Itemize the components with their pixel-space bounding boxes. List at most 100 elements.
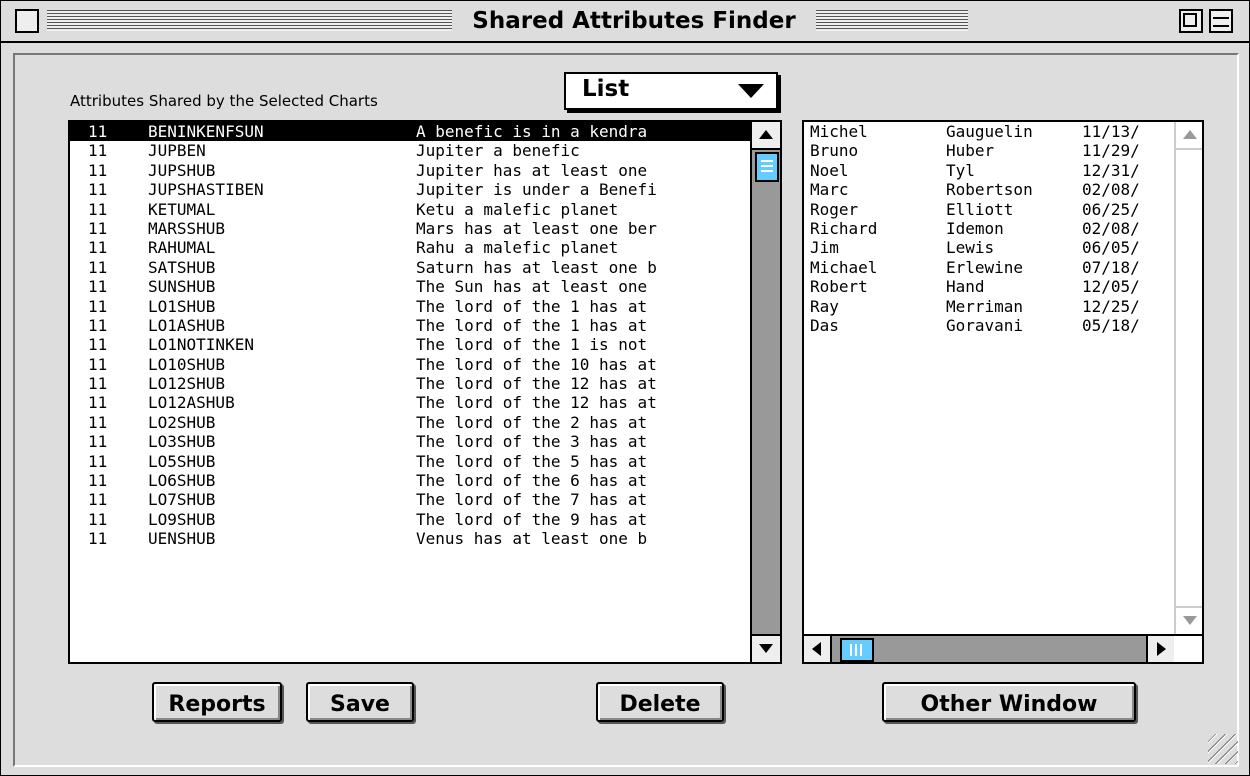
charts-list[interactable]: Michel Gauguelin 11/13/Bruno Huber 11/29/Noe… — [802, 120, 1204, 664]
chart-row[interactable]: Das Goravani 05/18/ — [804, 316, 1174, 335]
attribute-row[interactable]: 11 LO1NOTINKEN The lord of the 1 is not — [70, 335, 750, 354]
attribute-code: SUNSHUB — [148, 277, 216, 297]
charts-horizontal-scrollbar[interactable] — [804, 634, 1174, 662]
scroll-up-arrow-icon — [759, 130, 773, 139]
attribute-row[interactable]: 11 LO12ASHUB The lord of the 12 has at — [70, 393, 750, 412]
attribute-row[interactable]: 11 LO5SHUB The lord of the 5 has at — [70, 452, 750, 471]
attribute-description: The lord of the 12 has at — [416, 374, 657, 394]
attribute-row[interactable]: 11 SUNSHUB The Sun has at least one — [70, 277, 750, 296]
attribute-count: 11 — [88, 335, 108, 355]
scroll-thumb[interactable] — [755, 152, 779, 182]
charts-scroll-down-button[interactable] — [1176, 606, 1202, 634]
scroll-down-button[interactable] — [752, 634, 780, 662]
chart-row[interactable]: Noel Tyl 12/31/ — [804, 161, 1174, 180]
attribute-code: BENINKENFSUN — [148, 122, 264, 141]
attribute-row[interactable]: 11 BENINKENFSUN A benefic is in a kendra — [70, 122, 750, 142]
chart-row[interactable]: Jim Lewis 06/05/ — [804, 238, 1174, 257]
attribute-description: The lord of the 6 has at — [416, 471, 648, 491]
title-stripes-right — [816, 10, 968, 31]
chart-row[interactable]: Michel Gauguelin 11/13/ — [804, 122, 1174, 141]
scroll-right-button[interactable] — [1146, 636, 1174, 662]
attributes-label: Attributes Shared by the Selected Charts — [70, 92, 378, 110]
attributes-list-rows: 11 BENINKENFSUN A benefic is in a kendra 11… — [70, 122, 750, 662]
chart-row[interactable]: Michael Erlewine 07/18/ — [804, 258, 1174, 277]
attribute-row[interactable]: 11 RAHUMAL Rahu a malefic planet — [70, 238, 750, 257]
resize-grip-icon[interactable] — [1208, 734, 1238, 764]
attribute-description: The lord of the 1 has at — [416, 296, 648, 316]
zoom-box-icon[interactable] — [1179, 9, 1203, 33]
delete-button[interactable]: Delete — [596, 682, 724, 722]
attribute-code: SATSHUB — [148, 257, 216, 277]
charts-vertical-scrollbar[interactable] — [1174, 122, 1202, 634]
scroll-up-button[interactable] — [752, 122, 780, 150]
close-box-icon[interactable] — [15, 9, 39, 33]
collapse-box-icon[interactable] — [1209, 9, 1233, 33]
view-popup-value: List — [582, 76, 630, 102]
attribute-row[interactable]: 11 JUPSHUB Jupiter has at least one — [70, 161, 750, 180]
attribute-row[interactable]: 11 LO3SHUB The lord of the 3 has at — [70, 432, 750, 451]
attribute-code: LO3SHUB — [148, 432, 216, 452]
attribute-row[interactable]: 11 MARSSHUB Mars has at least one ber — [70, 219, 750, 238]
birth-date: 12/25/ — [1082, 296, 1140, 316]
attribute-count: 11 — [88, 160, 108, 180]
scroll-down-arrow-icon — [1183, 616, 1197, 625]
scroll-down-arrow-icon — [759, 644, 773, 653]
attribute-code: LO12SHUB — [148, 374, 226, 394]
attribute-row[interactable]: 11 JUPSHASTIBEN Jupiter is under a Benefi — [70, 180, 750, 199]
attribute-row[interactable]: 11 LO1ASHUB The lord of the 1 has at — [70, 316, 750, 335]
attribute-count: 11 — [88, 141, 108, 161]
attribute-row[interactable]: 11 LO2SHUB The lord of the 2 has at — [70, 413, 750, 432]
attribute-count: 11 — [88, 432, 108, 452]
chart-row[interactable]: Roger Elliott 06/25/ — [804, 200, 1174, 219]
attribute-row[interactable]: 11 JUPBEN Jupiter a benefic — [70, 141, 750, 160]
attribute-code: JUPSHASTIBEN — [148, 180, 264, 200]
popup-arrow-icon — [738, 84, 764, 98]
attribute-row[interactable]: 11 LO10SHUB The lord of the 10 has at — [70, 355, 750, 374]
attribute-count: 11 — [88, 529, 108, 549]
last-name: Huber — [946, 141, 995, 161]
attribute-row[interactable]: 11 LO6SHUB The lord of the 6 has at — [70, 471, 750, 490]
attribute-row[interactable]: 11 UENSHUB Venus has at least one b — [70, 529, 750, 548]
birth-date: 12/05/ — [1082, 277, 1140, 297]
last-name: Elliott — [946, 199, 1014, 219]
birth-date: 06/05/ — [1082, 238, 1140, 258]
attribute-row[interactable]: 11 LO1SHUB The lord of the 1 has at — [70, 297, 750, 316]
other-window-button[interactable]: Other Window — [882, 682, 1136, 722]
attribute-count: 11 — [88, 199, 108, 219]
chart-row[interactable]: Bruno Huber 11/29/ — [804, 141, 1174, 160]
attributes-vertical-scrollbar[interactable] — [750, 122, 780, 662]
last-name: Merriman — [946, 296, 1024, 316]
attribute-row[interactable]: 11 KETUMAL Ketu a malefic planet — [70, 200, 750, 219]
thumb-grip-icon — [855, 644, 857, 656]
attribute-row[interactable]: 11 LO12SHUB The lord of the 12 has at — [70, 374, 750, 393]
attribute-count: 11 — [88, 354, 108, 374]
birth-date: 11/29/ — [1082, 141, 1140, 161]
attribute-count: 11 — [88, 315, 108, 335]
attributes-list[interactable]: 11 BENINKENFSUN A benefic is in a kendra 11… — [68, 120, 782, 664]
attribute-description: Jupiter has at least one — [416, 160, 648, 180]
attribute-count: 11 — [88, 393, 108, 413]
attribute-description: A benefic is in a kendra — [416, 122, 648, 141]
first-name: Bruno — [810, 141, 859, 161]
chart-row[interactable]: Ray Merriman 12/25/ — [804, 297, 1174, 316]
horizontal-scroll-thumb[interactable] — [840, 638, 874, 662]
chart-row[interactable]: Richard Idemon 02/08/ — [804, 219, 1174, 238]
chart-row[interactable]: Robert Hand 12/05/ — [804, 277, 1174, 296]
attribute-row[interactable]: 11 SATSHUB Saturn has at least one b — [70, 258, 750, 277]
charts-scroll-up-button[interactable] — [1176, 122, 1202, 150]
last-name: Idemon — [946, 218, 1004, 238]
last-name: Gauguelin — [946, 122, 1033, 141]
attribute-row[interactable]: 11 LO7SHUB The lord of the 7 has at — [70, 490, 750, 509]
first-name: Ray — [810, 296, 839, 316]
birth-date: 06/25/ — [1082, 199, 1140, 219]
scroll-left-arrow-icon — [812, 642, 821, 656]
attribute-row[interactable]: 11 LO9SHUB The lord of the 9 has at — [70, 510, 750, 529]
first-name: Robert — [810, 277, 868, 297]
save-button[interactable]: Save — [306, 682, 414, 722]
scroll-left-button[interactable] — [804, 636, 832, 662]
chart-row[interactable]: Marc Robertson 02/08/ — [804, 180, 1174, 199]
title-bar[interactable]: Shared Attributes Finder — [1, 1, 1249, 43]
attribute-description: The lord of the 1 is not — [416, 335, 648, 355]
reports-button[interactable]: Reports — [152, 682, 282, 722]
view-popup-menu[interactable]: List — [564, 72, 778, 110]
